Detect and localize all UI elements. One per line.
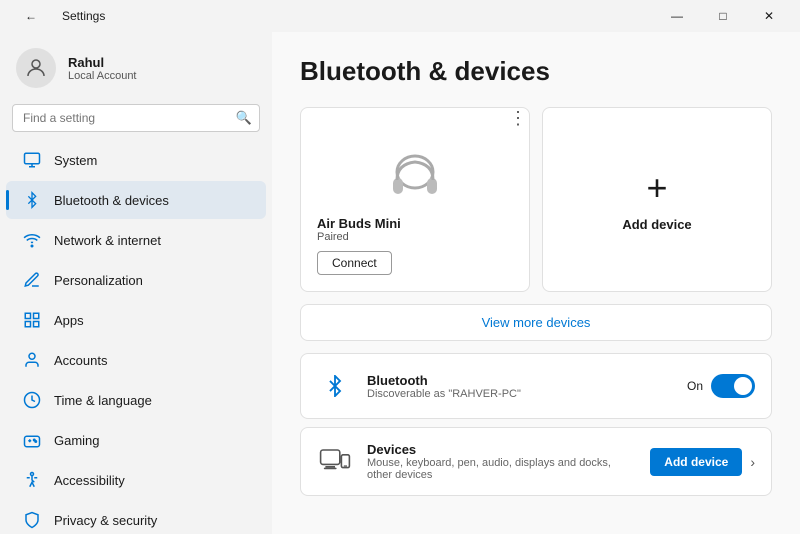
- devices-right: Add device ›: [650, 448, 755, 476]
- sidebar-item-apps[interactable]: Apps: [6, 301, 266, 339]
- bluetooth-toggle[interactable]: [711, 374, 755, 398]
- sidebar-item-gaming-label: Gaming: [54, 433, 100, 448]
- toggle-knob: [734, 377, 752, 395]
- connect-button[interactable]: Connect: [317, 251, 392, 275]
- search-input[interactable]: [12, 104, 260, 132]
- user-name: Rahul: [68, 55, 137, 70]
- sidebar-item-system[interactable]: System: [6, 141, 266, 179]
- gaming-icon: [22, 430, 42, 450]
- device-cards: ⋮ Air Buds Mini Paired Connect + Add dev…: [300, 107, 772, 292]
- sidebar-item-bluetooth[interactable]: Bluetooth & devices: [6, 181, 266, 219]
- page-title: Bluetooth & devices: [300, 56, 772, 87]
- sidebar-item-time[interactable]: Time & language: [6, 381, 266, 419]
- privacy-icon: [22, 510, 42, 530]
- sidebar-item-accounts[interactable]: Accounts: [6, 341, 266, 379]
- user-info: Rahul Local Account: [68, 55, 137, 82]
- add-device-card[interactable]: + Add device: [542, 107, 772, 292]
- avatar: [16, 48, 56, 88]
- back-button[interactable]: ←: [8, 0, 54, 32]
- personalization-icon: [22, 270, 42, 290]
- bluetooth-title: Bluetooth: [367, 373, 673, 388]
- device-menu-button[interactable]: ⋮: [509, 108, 529, 129]
- sidebar-item-accessibility-label: Accessibility: [54, 473, 125, 488]
- sidebar-item-gaming[interactable]: Gaming: [6, 421, 266, 459]
- sidebar-item-privacy-label: Privacy & security: [54, 513, 157, 528]
- sidebar-item-time-label: Time & language: [54, 393, 152, 408]
- maximize-button[interactable]: □: [700, 0, 746, 32]
- sidebar-item-system-label: System: [54, 153, 97, 168]
- titlebar-left: ← Settings: [8, 0, 105, 32]
- bluetooth-text: Bluetooth Discoverable as "RAHVER-PC": [367, 373, 673, 400]
- sidebar-item-network[interactable]: Network & internet: [6, 221, 266, 259]
- accounts-icon: [22, 350, 42, 370]
- user-section: Rahul Local Account: [0, 32, 272, 100]
- bluetooth-icon: [22, 190, 42, 210]
- close-button[interactable]: ✕: [746, 0, 792, 32]
- headphones-icon: [383, 144, 447, 208]
- apps-icon: [22, 310, 42, 330]
- device-status: Paired: [317, 231, 349, 243]
- chevron-right-icon: ›: [750, 454, 755, 470]
- sidebar-item-accounts-label: Accounts: [54, 353, 107, 368]
- sidebar-item-personalization[interactable]: Personalization: [6, 261, 266, 299]
- system-icon: [22, 150, 42, 170]
- sidebar-item-accessibility[interactable]: Accessibility: [6, 461, 266, 499]
- time-icon: [22, 390, 42, 410]
- view-more-button[interactable]: View more devices: [300, 304, 772, 341]
- titlebar: ← Settings — □ ✕: [0, 0, 800, 32]
- add-device-card-label: Add device: [622, 217, 691, 232]
- devices-setting-row[interactable]: Devices Mouse, keyboard, pen, audio, dis…: [300, 427, 772, 496]
- devices-icon: [317, 444, 353, 480]
- search-box: 🔍: [12, 104, 260, 132]
- bluetooth-setting-icon: [317, 368, 353, 404]
- devices-subtitle: Mouse, keyboard, pen, audio, displays an…: [367, 457, 636, 481]
- sidebar-item-personalization-label: Personalization: [54, 273, 143, 288]
- accessibility-icon: [22, 470, 42, 490]
- minimize-button[interactable]: —: [654, 0, 700, 32]
- network-icon: [22, 230, 42, 250]
- add-icon: +: [646, 167, 667, 209]
- sidebar-item-bluetooth-label: Bluetooth & devices: [54, 193, 169, 208]
- search-icon: 🔍: [236, 110, 252, 126]
- bluetooth-setting-row: Bluetooth Discoverable as "RAHVER-PC" On: [300, 353, 772, 419]
- sidebar-item-network-label: Network & internet: [54, 233, 161, 248]
- add-device-button[interactable]: Add device: [650, 448, 742, 476]
- user-account-type: Local Account: [68, 70, 137, 82]
- titlebar-title: Settings: [62, 9, 105, 23]
- titlebar-controls: — □ ✕: [654, 0, 792, 32]
- devices-title: Devices: [367, 442, 636, 457]
- devices-text: Devices Mouse, keyboard, pen, audio, dis…: [367, 442, 636, 481]
- sidebar-item-privacy[interactable]: Privacy & security: [6, 501, 266, 534]
- device-name: Air Buds Mini: [317, 216, 401, 231]
- bluetooth-on-label: On: [687, 379, 703, 393]
- bluetooth-subtitle: Discoverable as "RAHVER-PC": [367, 388, 673, 400]
- airbuds-card: ⋮ Air Buds Mini Paired Connect: [300, 107, 530, 292]
- content-area: Bluetooth & devices ⋮ Air Buds Mini Pair…: [272, 32, 800, 534]
- main-layout: Rahul Local Account 🔍 System: [0, 32, 800, 534]
- sidebar-item-apps-label: Apps: [54, 313, 84, 328]
- bluetooth-toggle-section: On: [687, 374, 755, 398]
- sidebar: Rahul Local Account 🔍 System: [0, 32, 272, 534]
